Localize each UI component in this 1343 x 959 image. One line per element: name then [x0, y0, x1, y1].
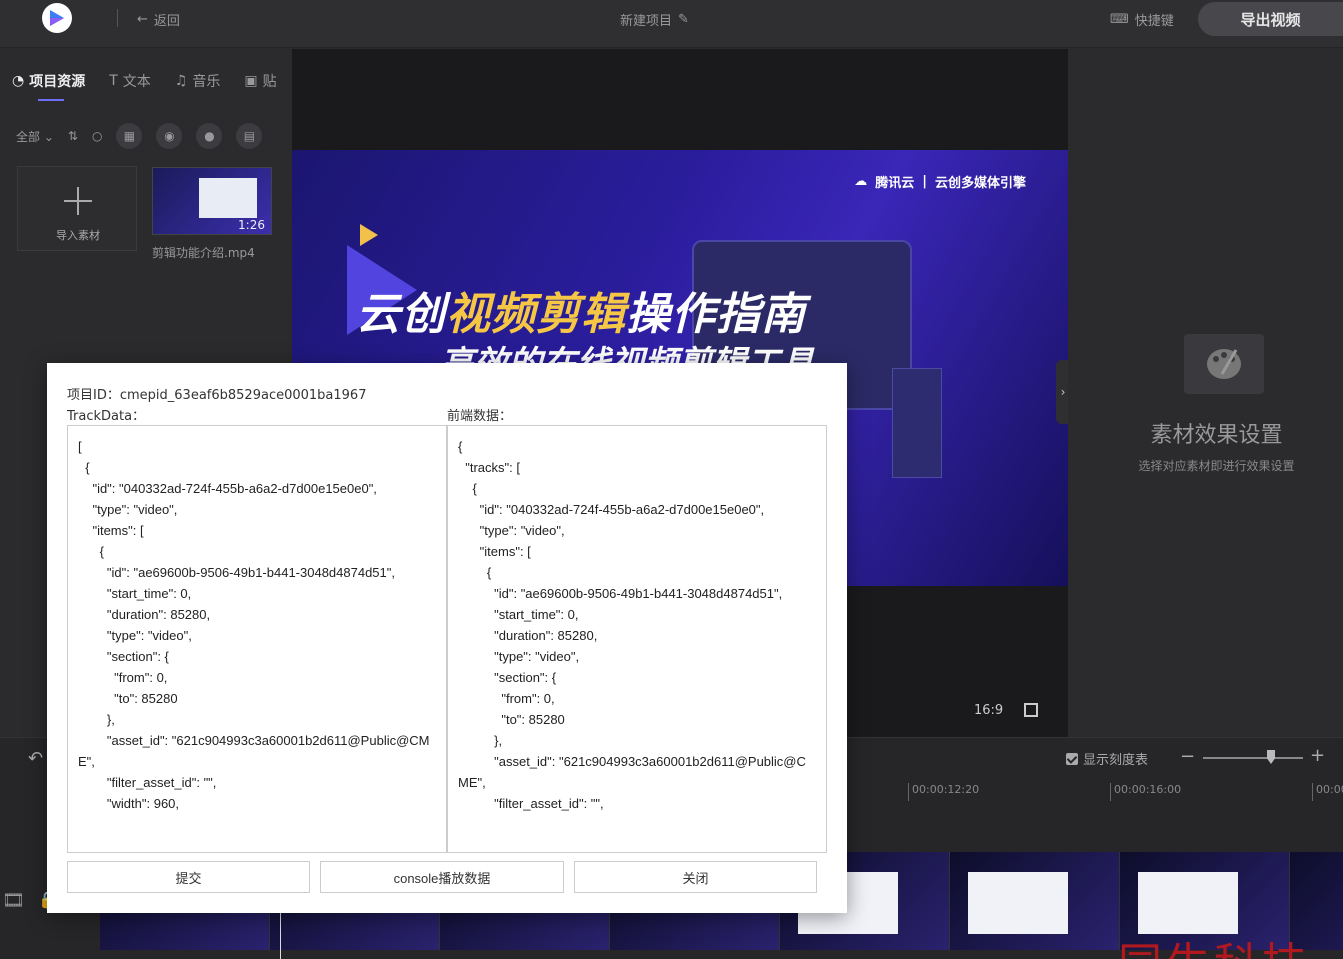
project-resource-icon: ◔	[12, 73, 25, 89]
brand-logo: ☁ 腾讯云 | 云创多媒体引擎	[854, 172, 1026, 191]
arrow-left-icon: ←	[137, 11, 148, 27]
filter-label: 全部	[16, 129, 41, 144]
project-title-text: 新建项目	[620, 14, 673, 29]
tick-label: 00:00	[1312, 783, 1343, 801]
export-video-button[interactable]: 导出视频	[1198, 2, 1343, 36]
title-part2: 操作指南	[626, 289, 806, 340]
console-play-data-button[interactable]: console播放数据	[320, 861, 564, 893]
trackdata-label: TrackData：	[67, 409, 146, 424]
video-title: 云创视频剪辑操作指南	[356, 278, 806, 342]
brand-left: 腾讯云	[875, 176, 915, 191]
grid-view-icon[interactable]: ▦	[116, 123, 143, 149]
project-title[interactable]: 新建项目 ✎	[620, 10, 689, 29]
zoom-out-icon[interactable]: −	[1180, 746, 1195, 767]
watermark: 同生科技	[1118, 928, 1310, 959]
back-label: 返回	[153, 13, 180, 29]
project-id: 项目ID：cmepid_63eaf6b8529ace0001ba1967	[67, 384, 366, 403]
media-thumbnail[interactable]: 1:26	[152, 167, 272, 235]
undo-icon[interactable]: ↶	[28, 748, 43, 769]
resource-tabs: ◔ 项目资源 T 文本 ♫ 音乐 ▣ 贴	[0, 69, 289, 101]
time-ruler[interactable]: 00:00:12:20 00:00:16:00 00:00	[848, 776, 1343, 801]
tab-label: 项目资源	[29, 74, 86, 90]
tab-label: 贴	[262, 74, 277, 90]
show-scale-label: 显示刻度表	[1083, 753, 1149, 768]
app-logo[interactable]	[42, 3, 72, 33]
brand-divider: |	[922, 174, 927, 189]
filter-dropdown[interactable]: 全部 ⌄	[16, 128, 54, 145]
effect-settings-title: 素材效果设置	[1150, 423, 1283, 448]
checkbox-checked-icon	[1066, 752, 1078, 765]
back-button[interactable]: ← 返回	[137, 8, 180, 30]
close-button[interactable]: 关闭	[574, 861, 817, 893]
effect-settings-panel: 素材效果设置 选择对应素材即进行效果设置	[1068, 49, 1343, 737]
preview-letterbox-top	[292, 49, 1068, 150]
zoom-in-icon[interactable]: +	[1310, 745, 1325, 766]
title-highlight: 视频剪辑	[446, 289, 626, 340]
text-icon: T	[109, 73, 118, 89]
thumbnail-screen	[199, 178, 257, 218]
palette-icon	[1184, 334, 1264, 394]
frontend-data-textarea[interactable]: { "tracks": [ { "id": "040332ad-724f-455…	[447, 425, 827, 853]
project-id-value: cmepid_63eaf6b8529ace0001ba1967	[119, 388, 367, 403]
aspect-ratio-button[interactable]: 16:9	[974, 703, 1003, 718]
speaker-illustration	[892, 368, 942, 478]
trackdata-textarea[interactable]: [ { "id": "040332ad-724f-455b-a6a2-d7d00…	[67, 425, 447, 853]
import-label: 导入素材	[56, 229, 100, 242]
sort-icon[interactable]: ⇅	[68, 129, 78, 143]
zoom-slider-thumb[interactable]	[1267, 750, 1275, 764]
tab-label: 音乐	[192, 74, 221, 90]
clip-frame	[950, 852, 1120, 950]
fullscreen-icon[interactable]	[1024, 703, 1038, 717]
tick-label: 00:00:12:20	[908, 783, 979, 801]
show-scale-checkbox[interactable]: 显示刻度表	[1066, 749, 1148, 768]
pencil-icon[interactable]: ✎	[678, 12, 689, 27]
tab-label: 文本	[122, 74, 151, 90]
shortcut-label: 快捷键	[1134, 14, 1174, 29]
tab-image[interactable]: ▣ 贴	[232, 69, 288, 93]
zoom-slider[interactable]	[1203, 757, 1303, 759]
tab-project-resource[interactable]: ◔ 项目资源	[0, 69, 97, 101]
top-bar: ← 返回 新建项目 ✎ ⌨ 快捷键 导出视频	[0, 0, 1343, 48]
import-media-button[interactable]: 导入素材	[17, 166, 137, 251]
title-part1: 云创	[356, 289, 446, 340]
keyboard-icon: ⌨	[1110, 12, 1129, 27]
submit-button[interactable]: 提交	[67, 861, 310, 893]
play-yellow-icon	[360, 224, 378, 246]
tab-music[interactable]: ♫ 音乐	[163, 69, 233, 93]
brand-right: 云创多媒体引擎	[934, 176, 1026, 191]
shortcut-button[interactable]: ⌨ 快捷键	[1110, 10, 1174, 29]
project-id-label: 项目ID：	[67, 388, 120, 403]
header-divider	[117, 9, 118, 27]
cloud-icon: ☁	[854, 174, 868, 189]
track-data-dialog: 项目ID：cmepid_63eaf6b8529ace0001ba1967 Tra…	[47, 363, 847, 913]
person-icon[interactable]: ◉	[156, 123, 183, 149]
effect-settings-subtitle: 选择对应素材即进行效果设置	[1138, 459, 1295, 473]
tab-text[interactable]: T 文本	[97, 69, 163, 93]
media-duration: 1:26	[238, 218, 265, 232]
search-icon[interactable]: ○	[92, 129, 102, 143]
image-icon: ▣	[244, 73, 258, 89]
frontend-data-label: 前端数据：	[447, 409, 513, 424]
microphone-icon[interactable]: ●	[196, 123, 223, 149]
logo-play-icon	[50, 10, 64, 26]
media-name: 剪辑功能介绍.mp4	[152, 246, 255, 260]
film-track-icon: 🎞	[2, 890, 25, 911]
tick-label: 00:00:16:00	[1110, 783, 1181, 801]
template-icon[interactable]: ▤	[236, 123, 263, 149]
plus-icon	[62, 185, 94, 217]
music-icon: ♫	[174, 73, 188, 89]
resource-toolbar: 全部 ⌄ ⇅ ○ ▦ ◉ ● ▤	[16, 123, 263, 149]
